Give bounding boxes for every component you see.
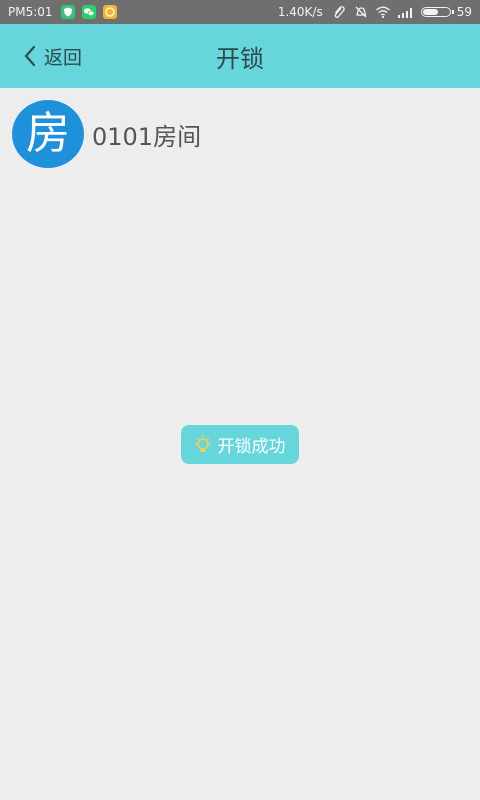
net-speed: 1.40K/s <box>277 5 323 19</box>
wifi-icon <box>375 6 390 19</box>
title-bar: 开锁 返回 <box>0 24 480 88</box>
room-row: 房 0101房间 <box>12 100 201 168</box>
wechat-app-icon <box>81 5 96 19</box>
chevron-left-icon <box>24 45 36 67</box>
unlock-success-toast: 开锁成功 <box>181 425 299 464</box>
smiley-app-icon <box>102 5 117 19</box>
toast-text: 开锁成功 <box>217 437 286 457</box>
status-time: PM5:01 <box>8 5 53 19</box>
status-left: PM5:01 <box>0 5 124 19</box>
status-right: 1.40K/s 59 <box>278 5 480 19</box>
battery-icon <box>420 7 454 17</box>
shield-app-icon <box>60 5 75 19</box>
room-name: 0101房间 <box>92 122 202 151</box>
paperclip-icon <box>334 6 345 18</box>
status-bar: PM5:01 1.40K/s 59 <box>0 0 480 24</box>
bell-off-icon <box>355 6 367 18</box>
lightbulb-icon <box>194 434 211 452</box>
battery-level: 59 <box>456 5 472 19</box>
back-button[interactable]: 返回 <box>22 24 82 88</box>
signal-icon <box>397 8 412 18</box>
back-label: 返回 <box>44 46 83 69</box>
room-avatar: 房 <box>12 100 84 168</box>
